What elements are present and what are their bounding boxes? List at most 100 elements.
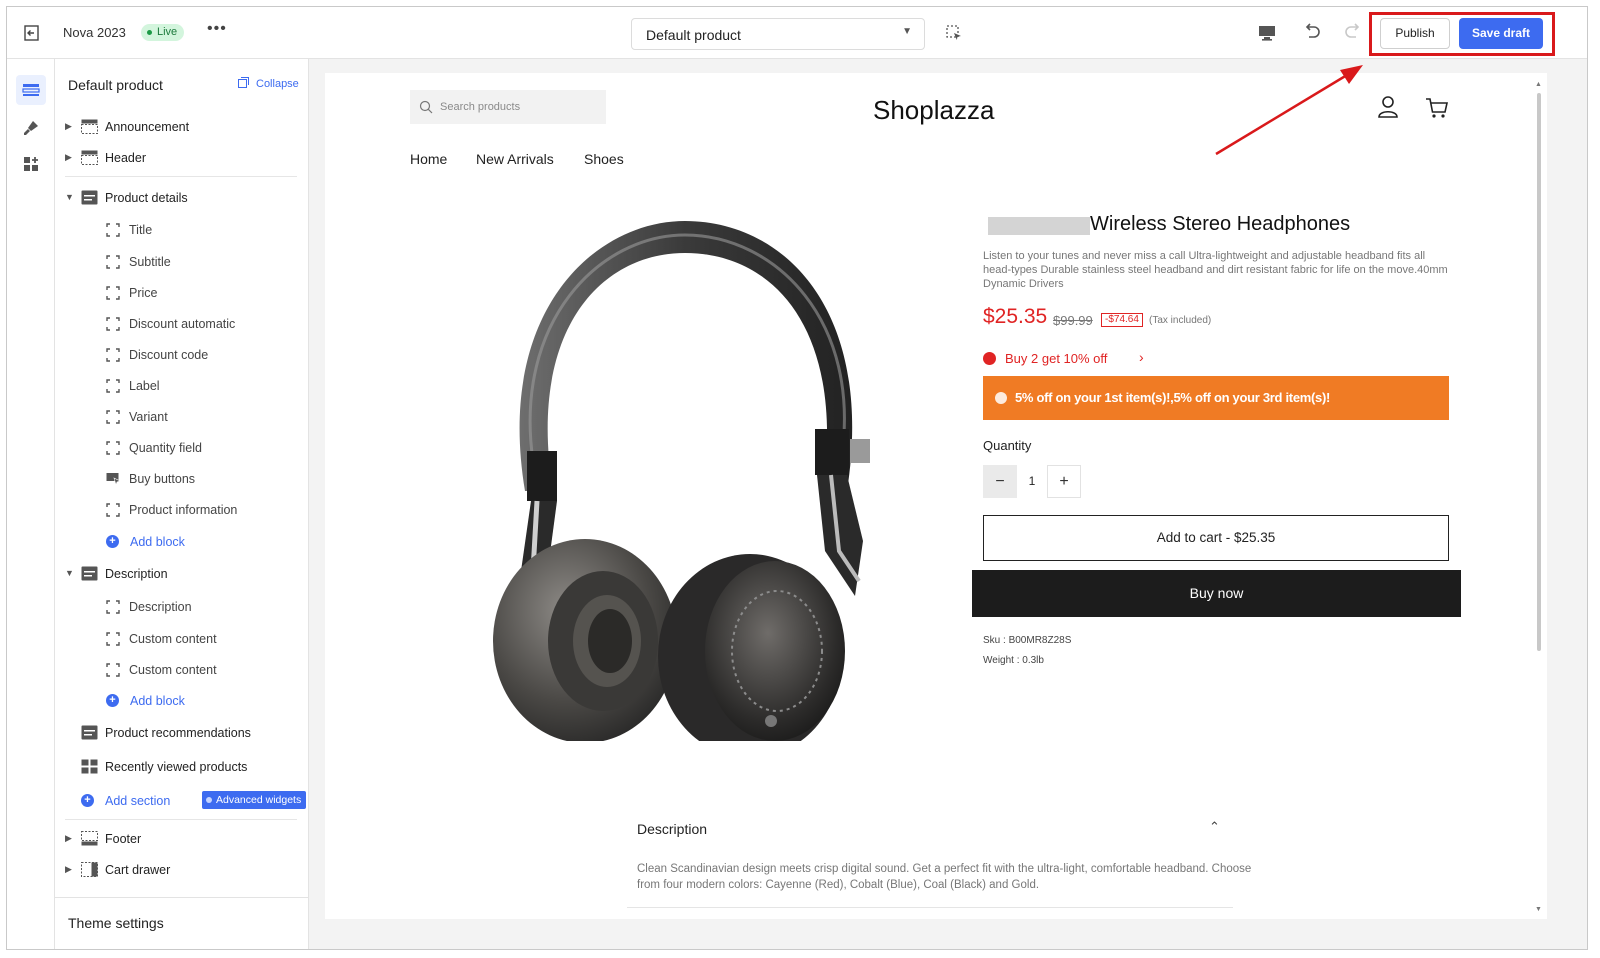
collapse-icon[interactable] [238, 77, 249, 88]
chevron-right-icon[interactable]: ▶ [65, 864, 72, 875]
block-subtitle[interactable]: Subtitle [55, 250, 309, 274]
preview-scrollbar[interactable] [1537, 93, 1541, 651]
scroll-down-icon[interactable]: ▼ [1535, 906, 1542, 913]
section-header[interactable]: ▶ Header [55, 146, 309, 170]
block-label: Buy buttons [129, 472, 196, 486]
nav-link-home[interactable]: Home [410, 151, 447, 167]
block-label: Quantity field [129, 441, 202, 455]
discount-banner: 5% off on your 1st item(s)!,5% off on yo… [983, 376, 1449, 420]
section-description[interactable]: ▼ Description [55, 562, 309, 586]
block-variant[interactable]: Variant [55, 405, 309, 429]
block-label: Label [129, 379, 160, 393]
description-heading[interactable]: Description [637, 821, 707, 837]
block-label: Discount code [129, 348, 209, 362]
chevron-right-icon[interactable]: › [1139, 349, 1144, 365]
section-product-details[interactable]: ▼ Product details [55, 186, 309, 210]
block-custom-content[interactable]: Custom content [55, 658, 309, 682]
quantity-decrease-button[interactable]: − [983, 465, 1017, 498]
nav-link-new-arrivals[interactable]: New Arrivals [476, 151, 554, 167]
block-quantity-field[interactable]: Quantity field [55, 436, 309, 460]
section-cart-drawer[interactable]: ▶ Cart drawer [55, 858, 309, 882]
section-product-recommendations[interactable]: Product recommendations [55, 721, 309, 745]
store-search-input[interactable]: Search products [410, 90, 606, 124]
redacted-brand [988, 217, 1090, 235]
apps-icon [24, 157, 38, 171]
live-badge: Live [141, 24, 185, 41]
product-image[interactable] [475, 201, 895, 741]
chevron-down-icon[interactable]: ▼ [65, 568, 74, 578]
section-footer[interactable]: ▶ Footer [55, 827, 309, 851]
nav-link-shoes[interactable]: Shoes [584, 151, 624, 167]
add-block-product[interactable]: + Add block [55, 530, 309, 554]
store-logo[interactable]: Shoplazza [873, 95, 994, 126]
rail-apps[interactable] [16, 149, 46, 179]
promo-link[interactable]: Buy 2 get 10% off [1005, 351, 1107, 366]
section-recently-viewed[interactable]: Recently viewed products [55, 755, 309, 779]
block-frame-icon [106, 632, 120, 646]
inspect-icon[interactable] [945, 24, 963, 42]
sidebar-title: Default product [68, 77, 163, 93]
rail-theme-style[interactable] [16, 113, 46, 143]
add-section[interactable]: + Add section Advanced widgets [55, 789, 309, 813]
description-text: Clean Scandinavian design meets crisp di… [637, 863, 1252, 891]
block-price[interactable]: Price [55, 281, 309, 305]
block-frame-icon [106, 255, 120, 269]
section-announcement[interactable]: ▶ Announcement [55, 115, 309, 139]
chevron-right-icon[interactable]: ▶ [65, 152, 72, 163]
desktop-icon[interactable] [1257, 23, 1277, 43]
chevron-right-icon[interactable]: ▶ [65, 121, 72, 132]
collapse-button[interactable]: Collapse [256, 78, 299, 90]
grid-section-icon [81, 759, 98, 774]
announcement-section-icon [81, 119, 98, 134]
cart-icon[interactable] [1425, 97, 1449, 119]
section-label: Description [105, 567, 168, 581]
quantity-increase-button[interactable]: + [1047, 465, 1081, 498]
user-icon[interactable] [1377, 95, 1399, 119]
buy-now-button[interactable]: Buy now [972, 570, 1461, 617]
block-description[interactable]: Description [55, 595, 309, 619]
search-icon [419, 100, 433, 114]
block-frame-icon [106, 663, 120, 677]
chevron-down-icon[interactable]: ▼ [65, 192, 74, 202]
product-weight: Weight : 0.3lb [983, 655, 1044, 666]
section-label: Product recommendations [105, 726, 251, 740]
block-product-information[interactable]: Product information [55, 498, 309, 522]
block-label: Description [129, 600, 192, 614]
add-block-description[interactable]: + Add block [55, 689, 309, 713]
rail-sections[interactable] [16, 75, 46, 105]
recommendations-section-icon [81, 725, 98, 740]
publish-button[interactable]: Publish [1380, 18, 1450, 49]
block-label: Price [129, 286, 158, 300]
section-label: Header [105, 151, 146, 165]
theme-settings[interactable]: Theme settings [55, 897, 309, 949]
undo-icon[interactable] [1301, 21, 1323, 43]
block-label: Subtitle [129, 255, 171, 269]
chevron-up-icon[interactable]: ⌃ [1209, 819, 1220, 835]
redo-icon[interactable] [1342, 21, 1364, 43]
block-frame-icon [106, 600, 120, 614]
block-frame-icon [106, 503, 120, 517]
plus-circle-icon: + [106, 535, 119, 548]
template-select[interactable]: Default product ▼ [631, 18, 925, 50]
block-title[interactable]: Title [55, 218, 309, 242]
chevron-right-icon[interactable]: ▶ [65, 833, 72, 844]
scroll-up-icon[interactable]: ▲ [1535, 81, 1542, 88]
advanced-widgets-badge[interactable]: Advanced widgets [202, 791, 307, 809]
more-icon[interactable]: ••• [207, 20, 227, 38]
add-to-cart-button[interactable]: Add to cart - $25.35 [983, 515, 1449, 561]
block-custom-content[interactable]: Custom content [55, 627, 309, 651]
block-label: Product information [129, 503, 238, 517]
block-label-item[interactable]: Label [55, 374, 309, 398]
template-select-value: Default product [646, 27, 741, 43]
discount-icon [995, 392, 1007, 404]
tax-note: (Tax included) [1149, 315, 1212, 326]
search-placeholder: Search products [440, 101, 521, 113]
block-discount-code[interactable]: Discount code [55, 343, 309, 367]
exit-icon[interactable] [21, 22, 43, 44]
section-label: Product details [105, 191, 188, 205]
block-buy-buttons[interactable]: Buy buttons [55, 467, 309, 491]
product-title: Wireless Stereo Headphones [1090, 213, 1351, 235]
save-draft-button[interactable]: Save draft [1459, 18, 1543, 49]
block-discount-automatic[interactable]: Discount automatic [55, 312, 309, 336]
quantity-value[interactable]: 1 [1017, 465, 1047, 498]
